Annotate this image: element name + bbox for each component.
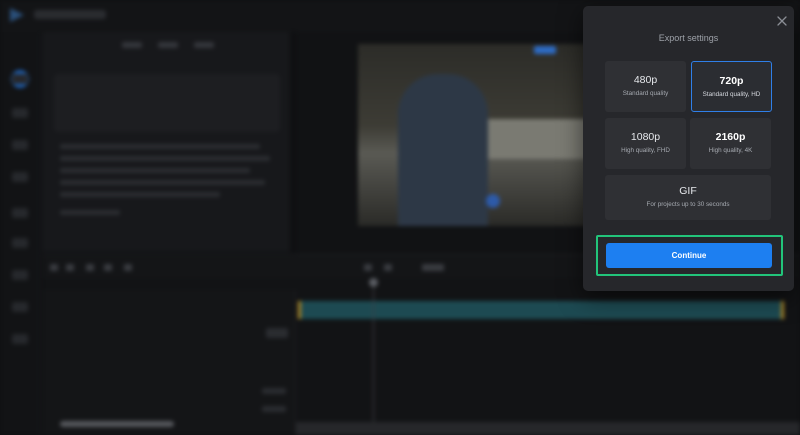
option-description: High quality, FHD [621,147,670,154]
track-control[interactable] [262,406,286,412]
time-readout [422,264,444,271]
rail-tool-1[interactable] [12,74,28,84]
playhead[interactable] [373,280,374,435]
playhead-handle[interactable] [369,278,378,287]
video-scene-person [398,74,488,226]
thumbnail-strip [296,422,800,435]
rail-tool-8[interactable] [12,302,28,312]
rail-tool-5[interactable] [12,208,28,218]
option-720p[interactable]: 720p Standard quality, HD [691,61,772,112]
panel-card [54,74,280,132]
option-description: High quality, 4K [708,147,753,154]
option-label: 480p [633,74,658,86]
text-line [60,180,265,185]
option-description: Standard quality, HD [702,91,761,98]
track-control[interactable] [266,328,288,338]
rail-tool-2[interactable] [12,108,28,118]
redo-icon[interactable] [66,264,74,271]
left-tool-rail [0,32,40,435]
panel-tab[interactable] [158,42,178,48]
project-title [34,10,106,19]
text-line [60,168,250,173]
rail-tool-9[interactable] [12,334,28,344]
copy-icon[interactable] [124,264,132,271]
panel-tab[interactable] [122,42,142,48]
rail-tool-6[interactable] [12,238,28,248]
play-icon[interactable] [364,264,372,271]
track-control[interactable] [262,388,286,394]
option-label: 1080p [630,131,661,143]
panel-tabs [122,42,214,48]
close-button[interactable] [775,14,789,28]
text-line [60,192,220,197]
video-clip[interactable] [298,301,784,319]
text-line [60,210,120,215]
preview-badge [534,46,556,54]
side-panel [42,32,290,252]
delete-icon[interactable] [104,264,112,271]
option-label: 720p [719,75,744,87]
video-preview [358,44,588,226]
rail-tool-7[interactable] [12,270,28,280]
rail-tool-4[interactable] [12,172,28,182]
rail-tool-3[interactable] [12,140,28,150]
option-480p[interactable]: 480p Standard quality [605,61,686,112]
option-label: 2160p [715,131,746,143]
timeline-scrollbar[interactable] [60,421,174,427]
video-scene-cup [486,194,500,208]
app-logo [10,8,24,22]
modal-title: Export settings [658,33,719,43]
option-label: GIF [679,185,697,197]
option-description: Standard quality [622,90,669,97]
option-1080p[interactable]: 1080p High quality, FHD [605,118,686,169]
undo-icon[interactable] [50,264,58,271]
text-line [60,144,260,149]
split-icon[interactable] [86,264,94,271]
stop-icon[interactable] [384,264,392,271]
panel-tab[interactable] [194,42,214,48]
track-labels [42,290,296,435]
option-description: For projects up to 30 seconds [646,201,730,208]
close-icon [777,16,787,26]
option-2160p[interactable]: 2160p High quality, 4K [690,118,771,169]
option-gif[interactable]: GIF For projects up to 30 seconds [605,175,771,220]
continue-button[interactable]: Continue [606,243,772,268]
text-line [60,156,270,161]
